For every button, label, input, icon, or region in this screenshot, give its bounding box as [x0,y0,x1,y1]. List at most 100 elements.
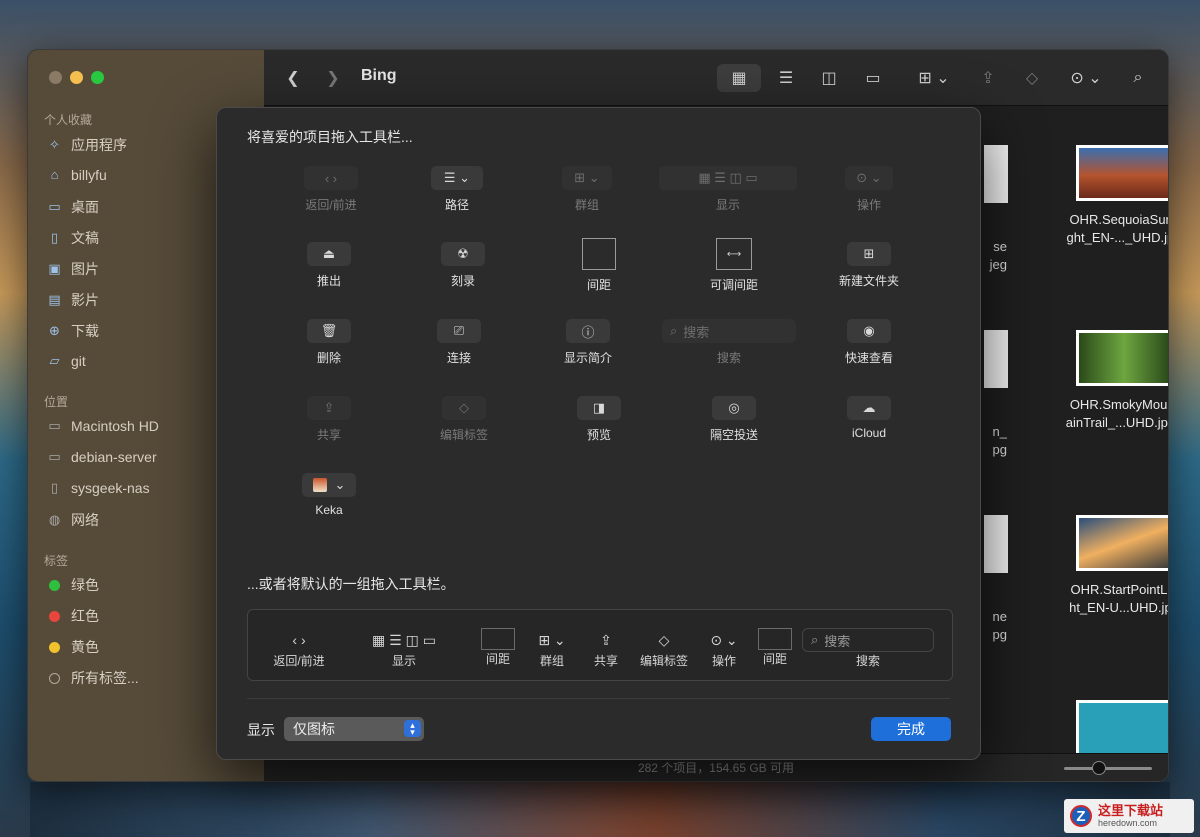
palette-group[interactable]: ⊞ ⌄ 群组 [517,166,657,213]
share-icon: ⇪ [600,631,612,648]
wallpaper-bottom [30,782,1170,837]
sidebar-item-label: 所有标签... [71,670,139,686]
list-view-icon[interactable]: ☰ [769,64,803,92]
palette-edit-tags[interactable]: ◇ 编辑标签 [394,396,534,443]
share-icon[interactable]: ⇪ [974,64,1002,92]
sidebar-item-movies[interactable]: ▤ 影片 [46,290,99,310]
default-label: 编辑标签 [639,654,688,668]
action-icon: ⊙ ⌄ [845,166,893,190]
file-item[interactable]: OHR.StartPointLig ht_EN-U...UHD.jpg [1044,515,1169,617]
sidebar-item-downloads[interactable]: ⊕ 下载 [46,321,99,341]
palette-label: 编辑标签 [439,428,488,442]
group-icon: ⊞ ⌄ [562,166,612,190]
sidebar-all-tags[interactable]: 所有标签... [46,668,139,688]
document-icon: ▯ [50,479,59,495]
zoom-button[interactable] [91,71,104,84]
film-icon: ▤ [48,292,61,307]
slider-knob[interactable] [1092,761,1106,775]
sidebar-item-network[interactable]: ◍ 网络 [46,510,99,530]
sidebar-item-git[interactable]: ▱ git [46,352,86,369]
palette-airdrop[interactable]: ◎ 隔空投送 [664,396,804,443]
palette-view[interactable]: ▦ ☰ ◫ ▭ 显示 [658,166,798,213]
gallery-view-icon[interactable]: ▭ [856,64,890,92]
search-icon[interactable]: ⌕ [1124,64,1152,92]
sidebar-item-debian-server[interactable]: ▭ debian-server [46,448,157,465]
file-peek-1[interactable] [984,145,1008,203]
icon-size-slider[interactable] [1064,761,1152,775]
sidebar-tag-yellow[interactable]: 黄色 [46,637,99,657]
sidebar-item-home[interactable]: ⌂ billyfu [46,166,107,183]
space-icon [481,628,515,650]
file-item[interactable]: OHR.SequoiaSunli ght_EN-..._UHD.jpg [1044,145,1168,247]
sidebar-item-label: 桌面 [71,199,99,215]
palette-action[interactable]: ⊙ ⌄ 操作 [799,166,939,213]
download-icon: ⊕ [49,323,60,338]
action-icon: ⊙ ⌄ [710,631,738,648]
sidebar-tag-green[interactable]: 绿色 [46,575,99,595]
file-thumbnail [1076,330,1168,386]
show-mode-select[interactable]: 仅图标 ▴ ▾ [284,717,424,741]
sheet-divider [247,698,950,699]
sidebar-item-macintosh-hd[interactable]: ▭ Macintosh HD [46,417,159,434]
done-button[interactable]: 完成 [871,717,951,741]
column-view-icon[interactable]: ◫ [812,64,846,92]
palette-label: 可调间距 [709,278,758,292]
group-icon: ⊞ ⌄ [538,631,566,648]
palette-quick-look[interactable]: ◉ 快速查看 [799,319,939,366]
preview-pane-icon: ◨ [577,396,621,420]
sidebar-item-desktop[interactable]: ▭ 桌面 [46,197,99,217]
palette-space[interactable]: 间距 [529,238,669,293]
file-item[interactable]: OHR.SmokyMount ainTrail_...UHD.jpeg [1044,330,1168,432]
palette-new-folder[interactable]: ⊞ 新建文件夹 [799,242,939,289]
group-menu-icon[interactable]: ⊞ ⌄ [912,64,956,92]
back-forward-icon: ‹ › [292,632,306,648]
sidebar-item-label: debian-server [71,448,157,465]
palette-burn[interactable]: ☢ 刻录 [393,242,533,289]
minimize-button[interactable] [70,71,83,84]
yellow-tag-dot [49,641,60,653]
palette-label: 搜索 [716,351,741,365]
tag-icon[interactable]: ◇ [1016,64,1048,92]
palette-get-info[interactable]: ⓘ 显示简介 [518,319,658,366]
sidebar-item-label: Macintosh HD [71,417,159,434]
palette-delete[interactable]: 🗑 删除 [259,319,399,366]
locations-section-title: 位置 [44,395,69,409]
sidebar-item-sysgeek-nas[interactable]: ▯ sysgeek-nas [46,479,150,496]
action-menu-icon[interactable]: ⊙ ⌄ [1064,64,1108,92]
apps-icon: ✧ [49,137,60,152]
default-toolbar-set[interactable]: ‹ › 返回/前进 ▦ ☰ ◫ ▭ 显示 间距 ⊞ ⌄ 群组 ⇪ 共享 ◇ 编辑… [247,609,953,681]
sidebar-item-pictures[interactable]: ▣ 图片 [46,259,99,279]
search-placeholder: 搜索 [824,633,851,649]
sidebar-item-applications[interactable]: ✧ 应用程序 [46,135,127,155]
palette-connect[interactable]: ⎚ 连接 [389,319,529,366]
palette-label: 路径 [444,198,469,212]
palette-flexible-space[interactable]: ⟷ 可调间距 [664,238,804,293]
sheet-heading: 将喜爱的项目拖入工具栏... [247,129,413,145]
forward-icon[interactable]: ❯ [322,64,344,92]
file-peek-2[interactable] [984,330,1008,388]
icon-view-icon[interactable]: ▦ [717,64,761,92]
palette-back-forward[interactable]: ‹ › 返回/前进 [261,166,401,213]
search-icon: ⌕ [670,323,678,338]
palette-icloud[interactable]: ☁ iCloud [799,396,939,440]
airdrop-icon: ◎ [712,396,756,420]
close-button[interactable] [49,71,62,84]
red-tag-dot [49,610,60,622]
default-label: 搜索 [855,654,880,668]
default-label: 群组 [539,654,564,668]
palette-share[interactable]: ⇪ 共享 [259,396,399,443]
file-peek-3[interactable] [984,515,1008,573]
back-icon[interactable]: ❮ [282,64,304,92]
sidebar-tag-red[interactable]: 红色 [46,606,99,626]
default-back-forward: ‹ › 返回/前进 [268,628,330,669]
palette-keka[interactable]: ⌄ Keka [259,473,399,517]
palette-eject[interactable]: ⏏ 推出 [259,242,399,289]
sidebar-item-documents[interactable]: ▯ 文稿 [46,228,99,248]
palette-search[interactable]: ⌕ 搜索 搜索 [659,319,799,366]
palette-preview[interactable]: ◨ 预览 [529,396,669,443]
keka-icon: ⌄ [302,473,356,497]
document-icon: ▯ [50,230,59,245]
file-name: OHR.StartPointLig [1070,582,1169,597]
file-thumbnail [1076,515,1168,571]
palette-path[interactable]: ☰ ⌄ 路径 [387,166,527,213]
